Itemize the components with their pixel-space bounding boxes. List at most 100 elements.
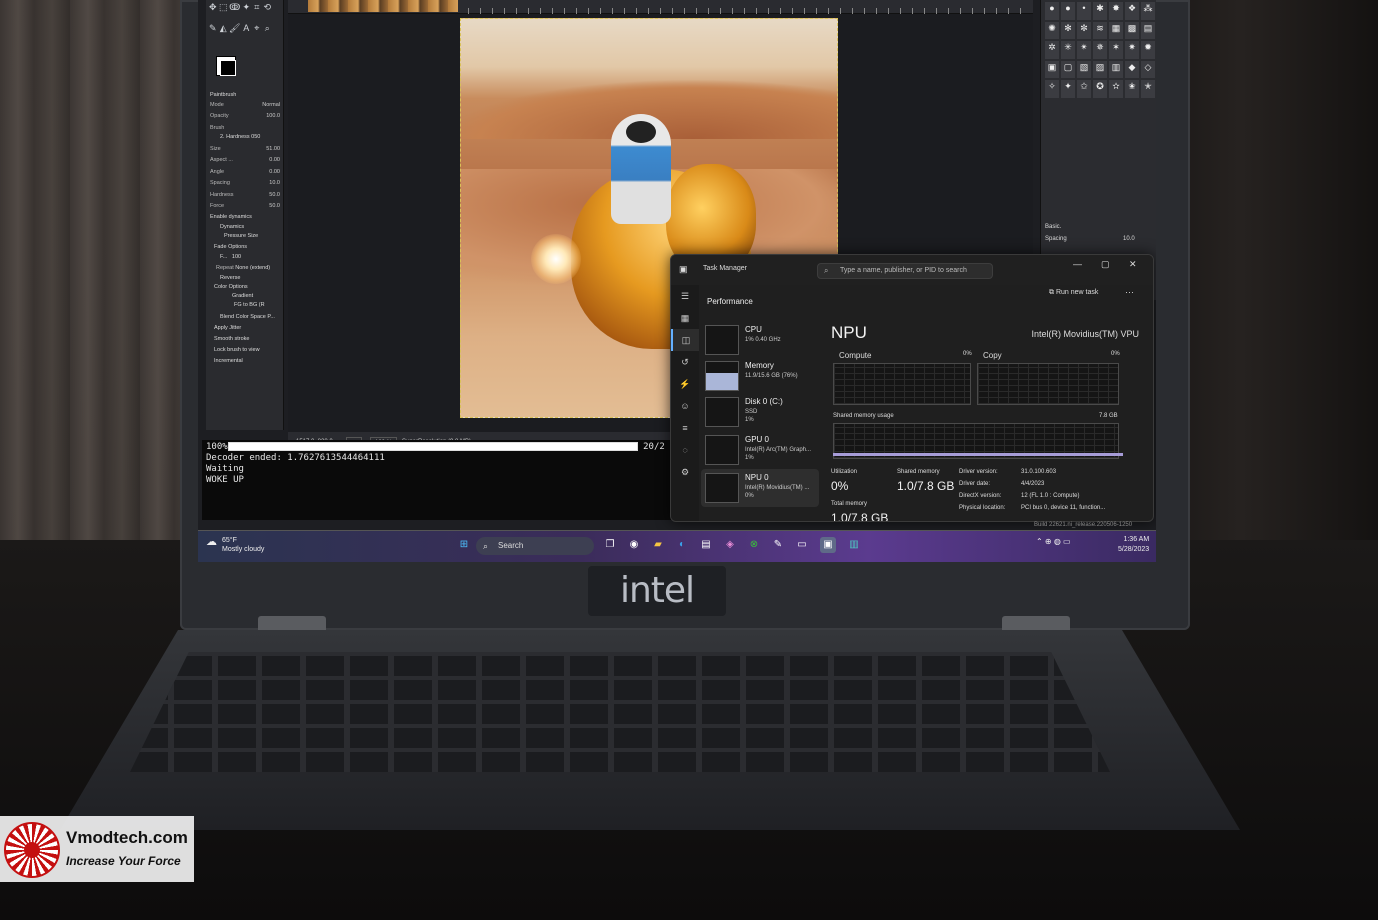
brush-preset[interactable]: ● xyxy=(1061,2,1075,20)
brush-preset[interactable]: ✳ xyxy=(1061,41,1075,59)
list-item-cpu[interactable]: CPU 1% 0.40 GHz xyxy=(701,321,819,359)
brush-preset[interactable]: ⁂ xyxy=(1141,2,1155,20)
spacing-row[interactable]: Spacing 10.0 xyxy=(210,178,282,188)
hardness-value[interactable]: 50.0 xyxy=(269,190,280,200)
brush-preset[interactable]: ✼ xyxy=(1077,21,1091,40)
fuzzy-select-icon[interactable]: ✦ xyxy=(241,2,251,22)
terminal-app-icon[interactable]: ▭ xyxy=(794,537,810,553)
force-row[interactable]: Force 50.0 xyxy=(210,201,282,211)
fill-tool-icon[interactable]: ◭ xyxy=(219,23,229,43)
maximize-icon[interactable]: ▢ xyxy=(1101,259,1110,270)
system-clock[interactable]: 1:36 AM 5/28/2023 xyxy=(1118,535,1149,555)
brush-preset[interactable]: ✻ xyxy=(1061,21,1075,40)
minimize-icon[interactable]: — xyxy=(1073,259,1082,269)
weather-widget[interactable]: ☁ 65°F Mostly cloudy xyxy=(206,536,264,554)
apply-jitter-checkbox[interactable]: Apply Jitter xyxy=(214,323,286,333)
spacing-value[interactable]: 10.0 xyxy=(269,178,280,188)
brush-preset[interactable]: ✭ xyxy=(1141,80,1155,98)
brush-preset[interactable]: ✺ xyxy=(1045,21,1059,40)
settings-gear-icon[interactable]: ⚙ xyxy=(671,461,699,483)
task-manager-window[interactable]: ▣ Task Manager ⌕ Type a name, publisher,… xyxy=(670,254,1154,522)
brush-preset[interactable]: ✧ xyxy=(1045,80,1059,98)
performance-icon[interactable]: ◫ xyxy=(671,329,699,351)
xbox-icon[interactable]: ⊗ xyxy=(746,537,762,553)
angle-row[interactable]: Angle 0.00 xyxy=(210,167,282,177)
zoom-tool-icon[interactable]: ⌕ xyxy=(262,23,272,43)
services-icon[interactable]: ◌ xyxy=(671,439,699,461)
brush-preset[interactable]: ✶ xyxy=(1109,41,1123,59)
opacity-row[interactable]: Opacity 100.0 xyxy=(210,111,282,121)
background-color-swatch[interactable] xyxy=(220,60,236,76)
brush-preset[interactable]: ✪ xyxy=(1093,80,1107,98)
brush-preset[interactable]: ◇ xyxy=(1141,60,1155,79)
gimp-toolbox[interactable]: ✥ ⬚ ↂ ✦ ⌗ ⟲ ✎ ◭ 🖌 A ⌖ ⌕ xyxy=(208,2,272,42)
smooth-stroke-checkbox[interactable]: Smooth stroke xyxy=(214,334,286,344)
select-tool-icon[interactable]: ⬚ xyxy=(219,2,229,22)
list-item-disk[interactable]: Disk 0 (C:) SSD 1% xyxy=(701,393,819,431)
task-manager-titlebar[interactable]: ▣ Task Manager ⌕ Type a name, publisher,… xyxy=(671,255,1153,285)
brush-preset[interactable]: ≋ xyxy=(1093,21,1107,40)
lasso-tool-icon[interactable]: ↂ xyxy=(229,2,240,22)
taskbar-search[interactable]: ⌕ Search xyxy=(476,537,594,555)
brush-preset[interactable]: ✲ xyxy=(1045,41,1059,59)
enable-dynamics-checkbox[interactable]: Enable dynamics xyxy=(210,212,282,222)
brush-preset[interactable]: ✵ xyxy=(1093,41,1107,59)
brush-preset[interactable]: ✦ xyxy=(1061,80,1075,98)
startup-apps-icon[interactable]: ⚡ xyxy=(671,373,699,395)
fade-options-label[interactable]: Fade Options xyxy=(214,242,286,252)
lock-brush-checkbox[interactable]: Lock brush to view xyxy=(214,345,286,355)
fade-length[interactable]: F... 100 xyxy=(220,252,292,262)
edge-browser-icon[interactable]: ◐ xyxy=(674,537,690,553)
users-icon[interactable]: ☺ xyxy=(671,395,699,417)
brush-preset[interactable]: ▣ xyxy=(1045,60,1059,79)
run-new-task-button[interactable]: ⧉ Run new task xyxy=(1049,289,1098,297)
repeat-value[interactable]: None (extend) xyxy=(235,265,270,271)
hardness-row[interactable]: Hardness 50.0 xyxy=(210,190,282,200)
mode-row[interactable]: Mode Normal xyxy=(210,100,282,110)
repeat-row[interactable]: Repeat None (extend) xyxy=(216,263,288,273)
transform-tool-icon[interactable]: ⟲ xyxy=(262,2,272,22)
dynamics-value[interactable]: Pressure Size xyxy=(224,231,296,241)
brush-preset[interactable]: ▥ xyxy=(1109,60,1123,79)
processes-icon[interactable]: ▦ xyxy=(671,307,699,329)
brush-preset[interactable]: ◆ xyxy=(1125,60,1139,79)
start-windows-icon[interactable]: ⊞ xyxy=(456,537,472,553)
aspect-row[interactable]: Aspect ... 0.00 xyxy=(210,155,282,165)
brush-preset[interactable]: ❖ xyxy=(1125,2,1139,20)
list-item-memory[interactable]: Memory 11.9/15.6 GB (76%) xyxy=(701,357,819,395)
photos-icon[interactable]: ◈ xyxy=(722,537,738,553)
brush-preset[interactable]: ▩ xyxy=(1125,21,1139,40)
close-icon[interactable]: ✕ xyxy=(1129,259,1137,270)
crop-tool-icon[interactable]: ⌗ xyxy=(252,2,262,22)
size-value[interactable]: 51.00 xyxy=(266,144,280,154)
paintbrush-tool-icon[interactable]: 🖌 xyxy=(229,23,240,43)
mode-value[interactable]: Normal xyxy=(262,100,280,110)
incremental-checkbox[interactable]: Incremental xyxy=(214,356,286,366)
system-tray[interactable]: ⌃ ⊕ ◍ ▭ xyxy=(1036,537,1071,546)
move-tool-icon[interactable]: ✥ xyxy=(208,2,218,22)
brush-preset[interactable]: ▦ xyxy=(1109,21,1123,40)
task-manager-app-icon[interactable]: ▣ xyxy=(820,537,836,553)
brush-preset[interactable]: ✴ xyxy=(1077,41,1091,59)
hamburger-menu-icon[interactable]: ☰ xyxy=(671,285,699,307)
app-history-icon[interactable]: ↺ xyxy=(671,351,699,373)
brush-preset[interactable]: • xyxy=(1077,2,1091,20)
aspect-value[interactable]: 0.00 xyxy=(269,155,280,165)
file-explorer-icon[interactable]: ▰ xyxy=(650,537,666,553)
more-options-icon[interactable]: ··· xyxy=(1125,287,1134,297)
picker-tool-icon[interactable]: ⌖ xyxy=(252,23,262,43)
opacity-value[interactable]: 100.0 xyxy=(266,111,280,121)
image-tabs-strip[interactable] xyxy=(308,0,458,12)
task-view-icon[interactable]: ❐ xyxy=(602,537,618,553)
task-manager-search-input[interactable]: ⌕ Type a name, publisher, or PID to sear… xyxy=(817,263,993,279)
brush-grid[interactable]: ● ● • ✱ ✸ ❖ ⁂ ✺ ✻ ✼ ≋ ▦ ▩ ▤ ✲ ✳ ✴ ✵ ✶ ✷ ✹ ▣ ▢ ▧ ▨ ▥ ◆ ◇ ✧ ✦ ✩ ✪ ✫ ✬ ✭ xyxy=(1045,2,1155,98)
brush-preset[interactable]: ✹ xyxy=(1141,41,1155,59)
right-spacing-value[interactable]: 10.0 xyxy=(1123,236,1135,242)
brush-preset[interactable]: ✸ xyxy=(1109,2,1123,20)
brush-preset[interactable]: ▧ xyxy=(1077,60,1091,79)
brush-preset[interactable]: ✱ xyxy=(1093,2,1107,20)
pinned-app-icon[interactable]: ▥ xyxy=(846,537,862,553)
list-item-gpu[interactable]: GPU 0 Intel(R) Arc(TM) Graph... 1% xyxy=(701,431,819,469)
store-icon[interactable]: ▤ xyxy=(698,537,714,553)
brush-preset[interactable]: ● xyxy=(1045,2,1059,20)
